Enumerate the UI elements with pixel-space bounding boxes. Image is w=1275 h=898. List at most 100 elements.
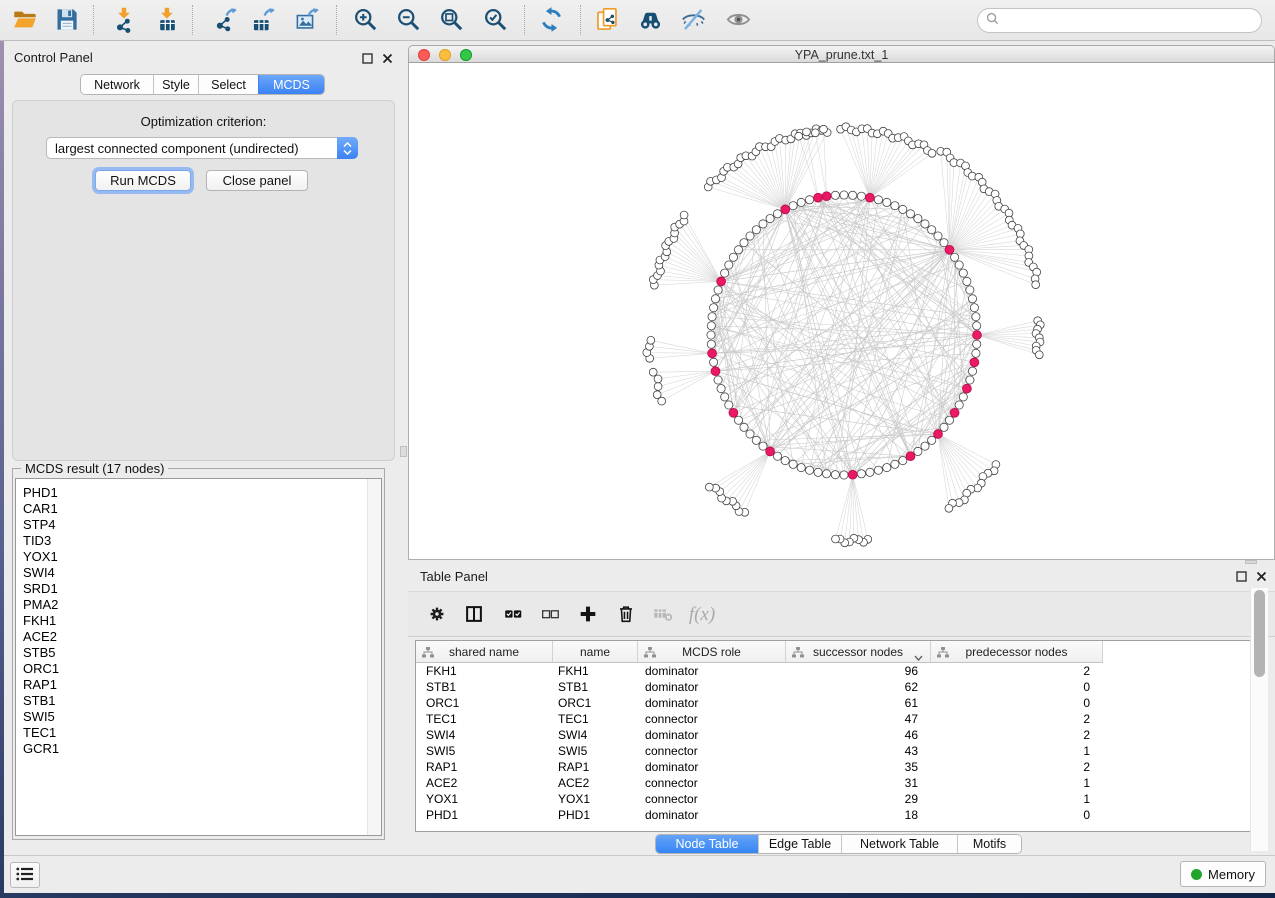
float-panel-icon[interactable]: [1234, 569, 1248, 583]
binoculars-icon: [637, 6, 664, 36]
mcds-result-item[interactable]: TEC1: [23, 725, 381, 741]
mcds-result-item[interactable]: GCR1: [23, 741, 381, 757]
table-row[interactable]: SWI4SWI4dominator462: [416, 728, 1267, 744]
task-history-button[interactable]: [10, 862, 40, 888]
hide-annotations-icon: [680, 6, 707, 36]
table-add-entry-button[interactable]: [572, 599, 604, 631]
toolbar-export-network-button[interactable]: [208, 5, 242, 37]
close-panel-icon[interactable]: [1254, 569, 1268, 583]
mcds-list-scrollbar[interactable]: [367, 479, 381, 835]
optimization-criterion-label: Optimization criterion:: [13, 114, 394, 129]
column-header-shared-name[interactable]: shared name: [416, 641, 553, 663]
toolbar-copy-network-button[interactable]: [590, 5, 624, 37]
tree-icon: [644, 647, 656, 661]
vertical-splitter[interactable]: [400, 41, 408, 855]
run-mcds-button[interactable]: Run MCDS: [95, 170, 191, 191]
toolbar-open-session-button[interactable]: [8, 5, 42, 37]
toolbar-import-table-button[interactable]: [150, 5, 184, 37]
mcds-result-item[interactable]: PHD1: [23, 485, 381, 501]
table-delete-entry-button[interactable]: [610, 599, 642, 631]
toolbar-export-table-button[interactable]: [246, 5, 280, 37]
network-window-title: YPA_prune.txt_1: [409, 48, 1274, 62]
toolbar-zoom-fit-button[interactable]: [434, 5, 468, 37]
status-bar: Memory: [4, 855, 1275, 893]
table-row[interactable]: ORC1ORC1dominator610: [416, 696, 1267, 712]
search-input[interactable]: [1003, 11, 1261, 31]
toolbar-save-session-button[interactable]: [49, 5, 83, 37]
toolbar-refresh-button[interactable]: [534, 5, 568, 37]
close-panel-button[interactable]: Close panel: [206, 170, 308, 191]
mcds-result-item[interactable]: RAP1: [23, 677, 381, 693]
delete-entry-icon: [615, 603, 637, 628]
mcds-result-item[interactable]: ACE2: [23, 629, 381, 645]
mcds-result-item[interactable]: STP4: [23, 517, 381, 533]
criterion-select[interactable]: largest connected component (undirected): [46, 137, 358, 159]
tab-mcds[interactable]: MCDS: [258, 75, 324, 94]
toolbar-zoom-out-button[interactable]: [391, 5, 425, 37]
column-header-predecessor-nodes[interactable]: predecessor nodes: [931, 641, 1103, 663]
tab-style[interactable]: Style: [153, 75, 198, 94]
tab-select[interactable]: Select: [198, 75, 258, 94]
mcds-result-item[interactable]: SWI4: [23, 565, 381, 581]
tree-icon: [937, 647, 949, 661]
float-panel-icon[interactable]: [360, 51, 374, 65]
show-columns-icon: [463, 603, 485, 628]
table-show-columns-button[interactable]: [458, 599, 490, 631]
toolbar-hide-annotations-button[interactable]: [676, 5, 710, 37]
search-box[interactable]: [977, 8, 1262, 33]
table-row[interactable]: RAP1RAP1dominator352: [416, 760, 1267, 776]
table-function-builder-button[interactable]: f(x): [686, 599, 718, 631]
table-row[interactable]: TEC1TEC1connector472: [416, 712, 1267, 728]
toolbar-separator: [580, 5, 581, 35]
mcds-result-item[interactable]: SWI5: [23, 709, 381, 725]
toolbar-export-image-button[interactable]: [290, 5, 324, 37]
table-deselect-all-button[interactable]: [534, 599, 566, 631]
memory-button[interactable]: Memory: [1180, 861, 1266, 887]
toolbar-show-eye-button[interactable]: [721, 5, 755, 37]
toolbar-import-network-button[interactable]: [107, 5, 141, 37]
column-header-successor-nodes[interactable]: successor nodes: [786, 641, 931, 663]
scrollbar-thumb[interactable]: [1254, 590, 1265, 677]
mcds-result-group: MCDS result (17 nodes) PHD1CAR1STP4TID3Y…: [12, 468, 385, 840]
tab-network[interactable]: Network: [81, 75, 153, 94]
table-row[interactable]: ACE2ACE2connector311: [416, 776, 1267, 792]
mcds-result-item[interactable]: YOX1: [23, 549, 381, 565]
table-row[interactable]: PHD1PHD1dominator180: [416, 808, 1267, 824]
tab-network-table[interactable]: Network Table: [841, 835, 957, 853]
mcds-result-item[interactable]: STB1: [23, 693, 381, 709]
table-scrollbar[interactable]: [1250, 588, 1268, 851]
mcds-result-item[interactable]: TID3: [23, 533, 381, 549]
table-select-all-button[interactable]: [497, 599, 529, 631]
table-row[interactable]: FKH1FKH1dominator962: [416, 664, 1267, 680]
mcds-result-item[interactable]: STB5: [23, 645, 381, 661]
splitter-grip[interactable]: [1245, 560, 1257, 564]
tab-node-table[interactable]: Node Table: [656, 835, 758, 853]
network-window-titlebar[interactable]: YPA_prune.txt_1: [408, 45, 1275, 63]
toolbar-binoculars-button[interactable]: [633, 5, 667, 37]
memory-status-icon: [1191, 869, 1202, 880]
toolbar-separator: [192, 5, 193, 35]
mcds-result-item[interactable]: PMA2: [23, 597, 381, 613]
table-row[interactable]: YOX1YOX1connector291: [416, 792, 1267, 808]
tab-edge-table[interactable]: Edge Table: [758, 835, 841, 853]
function-builder-icon: f(x): [689, 604, 715, 626]
tab-motifs[interactable]: Motifs: [957, 835, 1021, 853]
mcds-result-item[interactable]: CAR1: [23, 501, 381, 517]
table-row[interactable]: STB1STB1dominator620: [416, 680, 1267, 696]
mcds-result-item[interactable]: SRD1: [23, 581, 381, 597]
table-delete-column-button[interactable]: [647, 599, 679, 631]
close-panel-icon[interactable]: [380, 51, 394, 65]
table-row[interactable]: SWI5SWI5connector431: [416, 744, 1267, 760]
sort-menu-icon[interactable]: [914, 650, 923, 664]
splitter-grip[interactable]: [400, 446, 407, 457]
toolbar-zoom-selected-button[interactable]: [478, 5, 512, 37]
column-header-name[interactable]: name: [553, 641, 638, 663]
mcds-result-item[interactable]: ORC1: [23, 661, 381, 677]
network-canvas[interactable]: [408, 63, 1275, 560]
toolbar-zoom-in-button[interactable]: [348, 5, 382, 37]
column-header-MCDS-role[interactable]: MCDS role: [638, 641, 786, 663]
mcds-result-list[interactable]: PHD1CAR1STP4TID3YOX1SWI4SRD1PMA2FKH1ACE2…: [15, 478, 382, 836]
mcds-result-item[interactable]: FKH1: [23, 613, 381, 629]
toolbar-separator: [524, 5, 525, 35]
table-table-settings-button[interactable]: [421, 599, 453, 631]
